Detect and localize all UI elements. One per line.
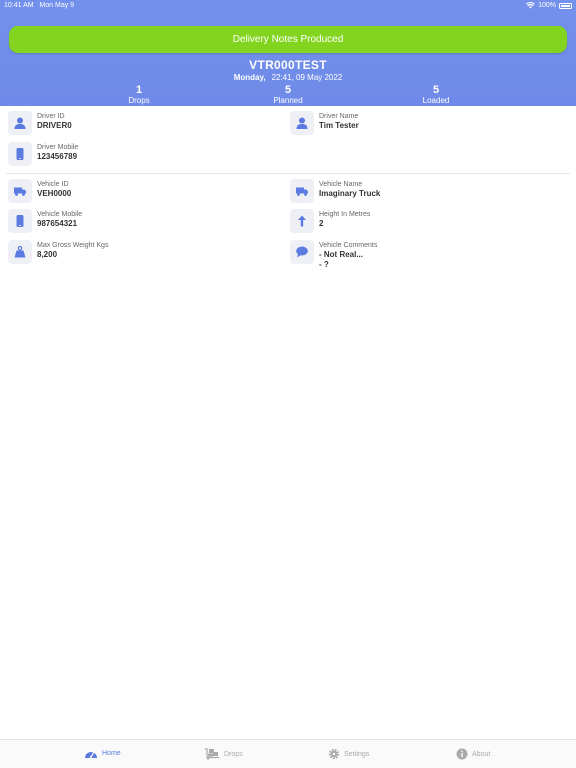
- stat-drops-value: 1: [135, 84, 143, 96]
- status-clock: 10:41 AM: [4, 2, 34, 9]
- stat-loaded-label: Loaded: [422, 96, 450, 105]
- battery-percent: 100%: [538, 2, 556, 9]
- stat-drops: 1 Drops: [99, 85, 179, 106]
- driver-id-value: DRIVER0: [37, 121, 72, 130]
- vehicle-datetime: Monday, 22:41, 09 May 2022: [0, 73, 576, 82]
- truck-icon: [8, 179, 32, 203]
- driver-id-label: Driver ID: [37, 113, 65, 120]
- driver-name-label: Driver Name: [319, 113, 359, 120]
- stat-loaded-value: 5: [432, 84, 440, 96]
- phone-icon: [8, 142, 32, 166]
- dolly-icon: [205, 748, 219, 760]
- vehicle-height-label: Height In Metres: [319, 211, 371, 218]
- vehicle-name-value: Imaginary Truck: [319, 189, 381, 198]
- tab-about[interactable]: About: [456, 748, 490, 760]
- vehicle-id-value: VEH0000: [37, 189, 72, 198]
- info-icon: [456, 748, 468, 760]
- vehicle-comments-line-1: - Not Real...: [319, 250, 364, 259]
- driver-name-row: Driver Name Tim Tester: [290, 111, 359, 135]
- status-time: 10:41 AM Mon May 9: [4, 2, 74, 9]
- vehicle-id-row: Vehicle ID VEH0000: [8, 179, 71, 203]
- vehicle-comments-line-2: - ?: [319, 260, 329, 269]
- delivery-notes-banner[interactable]: Delivery Notes Produced: [9, 26, 567, 53]
- banner-label: Delivery Notes Produced: [232, 34, 344, 45]
- tab-drops-label: Drops: [224, 750, 243, 758]
- truck-icon: [290, 179, 314, 203]
- vehicle-weight-label: Max Gross Weight Kgs: [37, 242, 109, 249]
- vehicle-name-label: Vehicle Name: [319, 181, 363, 188]
- stat-planned: 5 Planned: [248, 85, 328, 106]
- arrow-up-icon: [290, 209, 314, 233]
- section-divider: [6, 173, 570, 174]
- vehicle-title: VTR000TEST: [249, 58, 327, 72]
- tab-about-label: About: [472, 750, 491, 758]
- speech-bubble-icon: [290, 240, 314, 264]
- status-right: 100%: [526, 2, 572, 9]
- driver-mobile-value: 123456789: [37, 152, 78, 161]
- vehicle-comments-row: Vehicle Comments - Not Real... - ?: [290, 240, 377, 270]
- status-date: Mon May 9: [39, 2, 75, 9]
- header: 10:41 AM Mon May 9 100% Delivery Notes P…: [0, 0, 576, 106]
- stat-planned-label: Planned: [273, 96, 303, 105]
- vehicle-height-row: Height In Metres 2: [290, 209, 370, 233]
- wifi-icon: [526, 2, 536, 9]
- vehicle-time: 22:41, 09 May 2022: [271, 73, 343, 82]
- driver-name-value: Tim Tester: [319, 121, 359, 130]
- tab-settings[interactable]: Settings: [328, 748, 369, 760]
- driver-id-row: Driver ID DRIVER0: [8, 111, 72, 135]
- status-bar: 10:41 AM Mon May 9 100%: [0, 2, 576, 12]
- stat-loaded: 5 Loaded: [396, 85, 476, 106]
- vehicle-name-row: Vehicle Name Imaginary Truck: [290, 179, 380, 203]
- vehicle-mobile-value: 987654321: [37, 219, 78, 228]
- vehicle-mobile-row: Vehicle Mobile 987654321: [8, 209, 82, 233]
- battery-icon: [559, 2, 572, 9]
- person-icon: [290, 111, 314, 135]
- driver-mobile-row: Driver Mobile 123456789: [8, 142, 78, 166]
- tab-bar: Home Drops Settings About: [0, 739, 576, 768]
- vehicle-weight-row: Max Gross Weight Kgs 8,200: [8, 240, 108, 264]
- vehicle-weight-value: 8,200: [37, 250, 58, 259]
- vehicle-mobile-label: Vehicle Mobile: [37, 211, 83, 218]
- weight-icon: [8, 240, 32, 264]
- person-icon: [8, 111, 32, 135]
- tab-home[interactable]: Home: [84, 748, 121, 759]
- vehicle-height-value: 2: [319, 219, 324, 228]
- vehicle-day: Monday,: [233, 73, 266, 82]
- tab-drops[interactable]: Drops: [204, 748, 243, 760]
- driver-mobile-label: Driver Mobile: [37, 144, 79, 151]
- tab-home-label: Home: [102, 750, 121, 757]
- vehicle-id-label: Vehicle ID: [37, 181, 69, 188]
- tab-settings-label: Settings: [344, 750, 370, 758]
- vehicle-comments-label: Vehicle Comments: [319, 242, 378, 249]
- stat-planned-value: 5: [284, 84, 292, 96]
- phone-icon: [8, 209, 32, 233]
- stat-drops-label: Drops: [128, 96, 150, 105]
- gauge-icon: [85, 751, 97, 758]
- gear-icon: [328, 748, 340, 760]
